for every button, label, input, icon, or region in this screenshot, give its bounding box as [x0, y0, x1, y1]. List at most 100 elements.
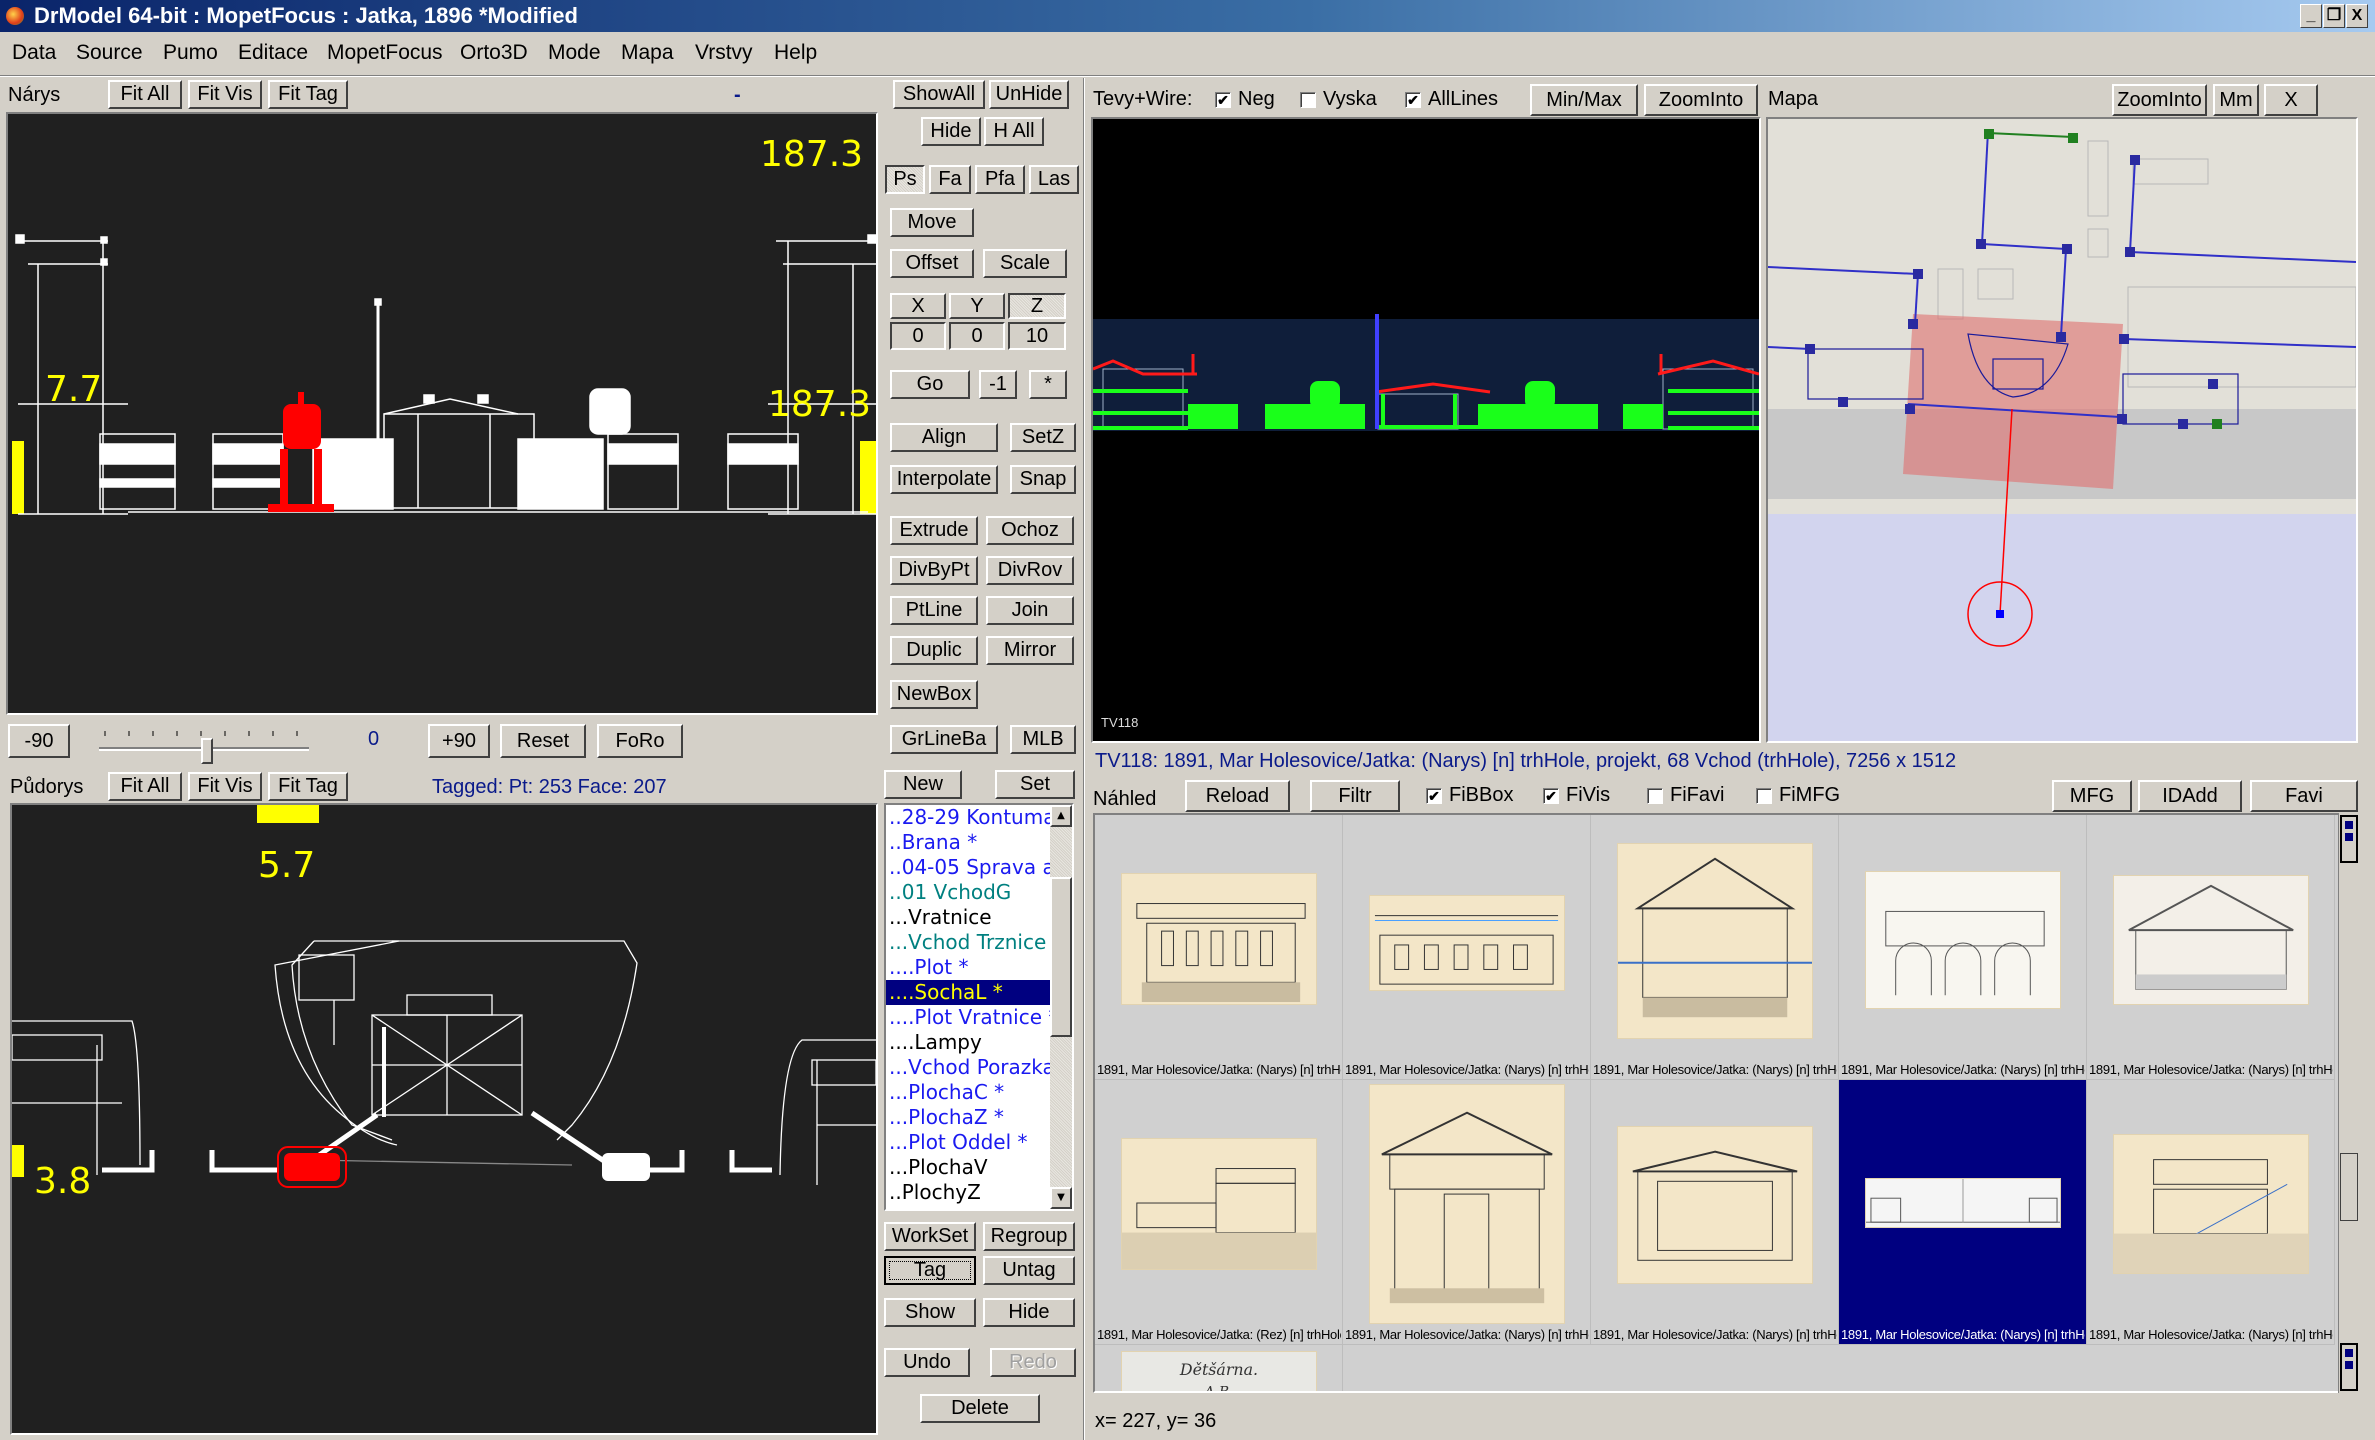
menu-vrstvy[interactable]: Vrstvy [695, 41, 753, 65]
minimize-button[interactable]: _ [2300, 4, 2322, 28]
snap-button[interactable]: Snap [1010, 465, 1076, 494]
menu-source[interactable]: Source [76, 41, 143, 65]
group-list[interactable]: ..28-29 Kontumace..Brana *..04-05 Sprava… [884, 803, 1074, 1211]
map-viewport[interactable] [1766, 117, 2358, 743]
rotation-slider[interactable] [97, 728, 317, 768]
menu-data[interactable]: Data [12, 41, 56, 65]
y-value-field[interactable]: 0 [949, 322, 1005, 350]
group-list-item[interactable]: ..28-29 Kontumace [886, 805, 1050, 830]
fibbox-checkbox[interactable]: ✔ FiBBox [1426, 784, 1513, 807]
narys-fit-tag-button[interactable]: Fit Tag [268, 80, 348, 109]
group-list-item[interactable]: ...PlochaZ * [886, 1105, 1050, 1130]
thumbnail-cell[interactable]: 1891, Mar Holesovice/Jatka: (Narys) [n] … [1839, 1080, 2087, 1345]
mode-ps-button[interactable]: Ps [885, 165, 925, 194]
thumbnail-scrollbar[interactable] [2338, 813, 2358, 1393]
close-window-button[interactable]: X [2346, 4, 2368, 28]
filtr-button[interactable]: Filtr [1310, 780, 1400, 812]
pudorys-fit-all-button[interactable]: Fit All [108, 772, 182, 801]
hide-group-button[interactable]: Hide [983, 1298, 1075, 1327]
rotation-slider-thumb[interactable] [201, 738, 213, 764]
list-scroll-up-button[interactable]: ▲ [1050, 805, 1072, 827]
splitter[interactable] [1083, 78, 1085, 1440]
thumbnail-cell[interactable]: 1891, Mar Holesovice/Jatka: (Narys) [n] … [2087, 815, 2335, 1080]
list-scroll-thumb[interactable] [1050, 877, 1072, 1037]
menu-help[interactable]: Help [774, 41, 817, 65]
scroll-down-button[interactable] [2340, 1343, 2358, 1391]
favi-button[interactable]: Favi [2250, 780, 2358, 812]
vyska-checkbox[interactable]: Vyska [1300, 88, 1377, 111]
reload-button[interactable]: Reload [1185, 780, 1290, 812]
reset-rotation-button[interactable]: Reset [500, 724, 586, 758]
unhide-button[interactable]: UnHide [989, 80, 1069, 109]
idadd-button[interactable]: IDAdd [2138, 780, 2242, 812]
grlineba-button[interactable]: GrLineBa [890, 725, 998, 754]
group-list-item[interactable]: ..01 VchodG [886, 880, 1050, 905]
group-list-item[interactable]: ...Plot Oddel * [886, 1130, 1050, 1155]
scroll-up-button[interactable] [2340, 815, 2358, 863]
star-button[interactable]: * [1029, 370, 1067, 399]
axis-y-button[interactable]: Y [949, 293, 1005, 319]
x-value-field[interactable]: 0 [890, 322, 946, 350]
tevy-viewport[interactable]: TV118 [1091, 117, 1761, 743]
scale-button[interactable]: Scale [983, 249, 1067, 278]
regroup-button[interactable]: Regroup [983, 1222, 1075, 1251]
mapa-zoominto-button[interactable]: ZoomInto [2112, 84, 2207, 116]
set-group-button[interactable]: Set [995, 770, 1075, 799]
mapa-close-button[interactable]: X [2264, 84, 2318, 116]
mapa-mm-button[interactable]: Mm [2213, 84, 2259, 116]
mode-las-button[interactable]: Las [1029, 165, 1079, 194]
menu-mode[interactable]: Mode [548, 41, 601, 65]
fimfg-checkbox[interactable]: FiMFG [1756, 784, 1840, 807]
align-button[interactable]: Align [890, 423, 998, 452]
ptline-button[interactable]: PtLine [890, 596, 978, 625]
fifavi-checkbox[interactable]: FiFavi [1647, 784, 1724, 807]
thumbnail-cell[interactable]: 1891, Mar Holesovice/Jatka: (Narys) [n] … [2087, 1080, 2335, 1345]
rotate-plus-90-button[interactable]: +90 [428, 724, 490, 758]
narys-fit-all-button[interactable]: Fit All [108, 80, 182, 109]
group-list-item[interactable]: ....Plot Vratnice * [886, 1005, 1050, 1030]
z-value-field[interactable]: 10 [1008, 322, 1066, 350]
tevy-zoominto-button[interactable]: ZoomInto [1644, 84, 1758, 116]
join-button[interactable]: Join [986, 596, 1074, 625]
narys-fit-vis-button[interactable]: Fit Vis [188, 80, 262, 109]
divbypt-button[interactable]: DivByPt [890, 556, 978, 585]
ochoz-button[interactable]: Ochoz [986, 516, 1074, 545]
menu-orto3d[interactable]: Orto3D [460, 41, 528, 65]
thumbnail-cell[interactable]: 1891, Mar Holesovice/Jatka: (Rez) [n] tr… [1095, 1080, 1343, 1345]
offset-button[interactable]: Offset [890, 249, 974, 278]
group-list-item[interactable]: ...PlochaC * [886, 1080, 1050, 1105]
scroll-thumb[interactable] [2340, 1153, 2358, 1221]
group-list-item[interactable]: ..Brana * [886, 830, 1050, 855]
min-max-button[interactable]: Min/Max [1530, 84, 1638, 116]
untag-button[interactable]: Untag [983, 1256, 1075, 1285]
go-button[interactable]: Go [890, 370, 970, 399]
group-list-item[interactable]: ..04-05 Sprava a B [886, 855, 1050, 880]
menu-pumo[interactable]: Pumo [163, 41, 218, 65]
fivis-checkbox[interactable]: ✔ FiVis [1543, 784, 1610, 807]
thumbnail-cell[interactable]: Dětšárna. A.B. [1095, 1345, 1343, 1391]
thumbnail-cell[interactable]: 1891, Mar Holesovice/Jatka: (Narys) [n] … [1343, 1080, 1591, 1345]
mfg-button[interactable]: MFG [2052, 780, 2132, 812]
mode-fa-button[interactable]: Fa [929, 165, 971, 194]
menu-editace[interactable]: Editace [238, 41, 308, 65]
mode-pfa-button[interactable]: Pfa [975, 165, 1025, 194]
pudorys-fit-vis-button[interactable]: Fit Vis [188, 772, 262, 801]
thumbnail-cell[interactable]: 1891, Mar Holesovice/Jatka: (Narys) [n] … [1839, 815, 2087, 1080]
pudorys-viewport[interactable]: 5.7 3.8 [10, 803, 878, 1435]
neg-checkbox[interactable]: ✔ Neg [1215, 88, 1275, 111]
hide-all-button[interactable]: H All [984, 117, 1044, 146]
move-button[interactable]: Move [890, 208, 974, 237]
group-list-item[interactable]: ..PlochyZ [886, 1180, 1050, 1205]
group-list-item[interactable]: ...Vchod Porazka * [886, 1055, 1050, 1080]
thumbnail-cell[interactable]: 1891, Mar Holesovice/Jatka: (Narys) [n] … [1591, 1080, 1839, 1345]
alllines-checkbox[interactable]: ✔ AllLines [1405, 88, 1498, 111]
menu-mopetfocus[interactable]: MopetFocus [327, 41, 443, 65]
thumbnail-cell[interactable]: 1891, Mar Holesovice/Jatka: (Narys) [n] … [1343, 815, 1591, 1080]
setz-button[interactable]: SetZ [1010, 423, 1076, 452]
thumbnail-cell[interactable]: 1891, Mar Holesovice/Jatka: (Narys) [n] … [1591, 815, 1839, 1080]
extrude-button[interactable]: Extrude [890, 516, 978, 545]
group-list-item[interactable]: ....Plot * [886, 955, 1050, 980]
show-all-button[interactable]: ShowAll [893, 80, 985, 109]
mlb-button[interactable]: MLB [1010, 725, 1076, 754]
tag-button[interactable]: Tag [884, 1256, 976, 1285]
